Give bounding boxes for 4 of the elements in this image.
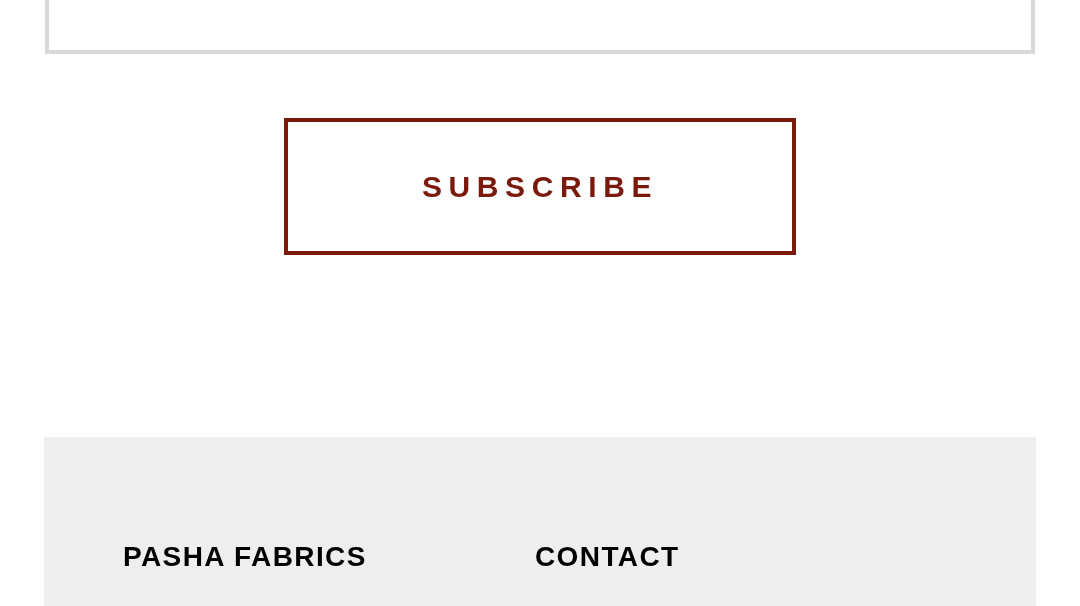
- input-field[interactable]: [45, 0, 1035, 54]
- footer-heading: PASHA FABRICS: [123, 540, 368, 574]
- subscribe-button[interactable]: SUBSCRIBE: [284, 118, 796, 255]
- footer-heading: CONTACT: [535, 540, 681, 574]
